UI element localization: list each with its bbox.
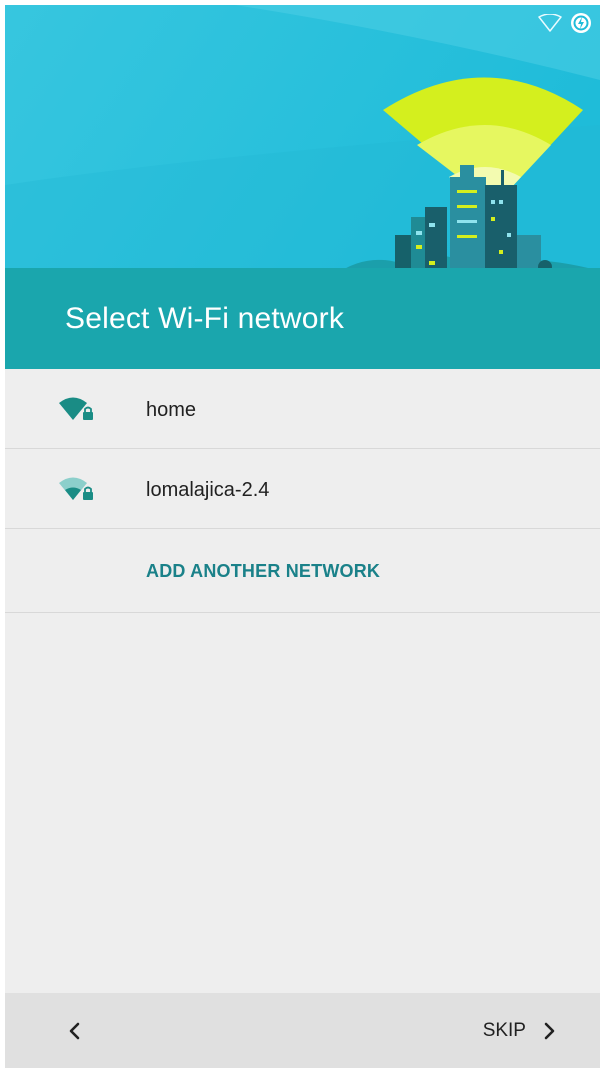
- network-ssid: home: [146, 399, 197, 421]
- network-list: home lomalajica-2.4 ADD ANOTHER NETWORK: [5, 369, 600, 613]
- wifi-lock-icon: [59, 397, 93, 420]
- network-ssid: lomalajica-2.4: [146, 479, 270, 501]
- wifi-lock-icon: [59, 477, 93, 500]
- battery-charging-icon: [571, 13, 591, 33]
- page-title: Select Wi-Fi network: [65, 302, 345, 335]
- network-item-home[interactable]: home: [5, 369, 600, 449]
- bottom-navigation: SKIP: [5, 993, 600, 1068]
- add-network-button[interactable]: ADD ANOTHER NETWORK: [5, 529, 600, 613]
- setup-screen: Select Wi-Fi network home lomalajica-2.4…: [5, 5, 600, 1068]
- add-network-label: ADD ANOTHER NETWORK: [146, 561, 381, 581]
- status-bar: [480, 5, 600, 41]
- skip-label: SKIP: [482, 1020, 526, 1041]
- header-illustration: Select Wi-Fi network: [5, 5, 600, 369]
- wifi-outline-icon: [538, 14, 562, 32]
- skip-button[interactable]: SKIP: [483, 1011, 560, 1051]
- chevron-left-icon: [69, 1022, 80, 1040]
- back-button[interactable]: [55, 1011, 95, 1051]
- chevron-right-icon: [544, 1022, 555, 1040]
- network-item-lomalajica[interactable]: lomalajica-2.4: [5, 449, 600, 529]
